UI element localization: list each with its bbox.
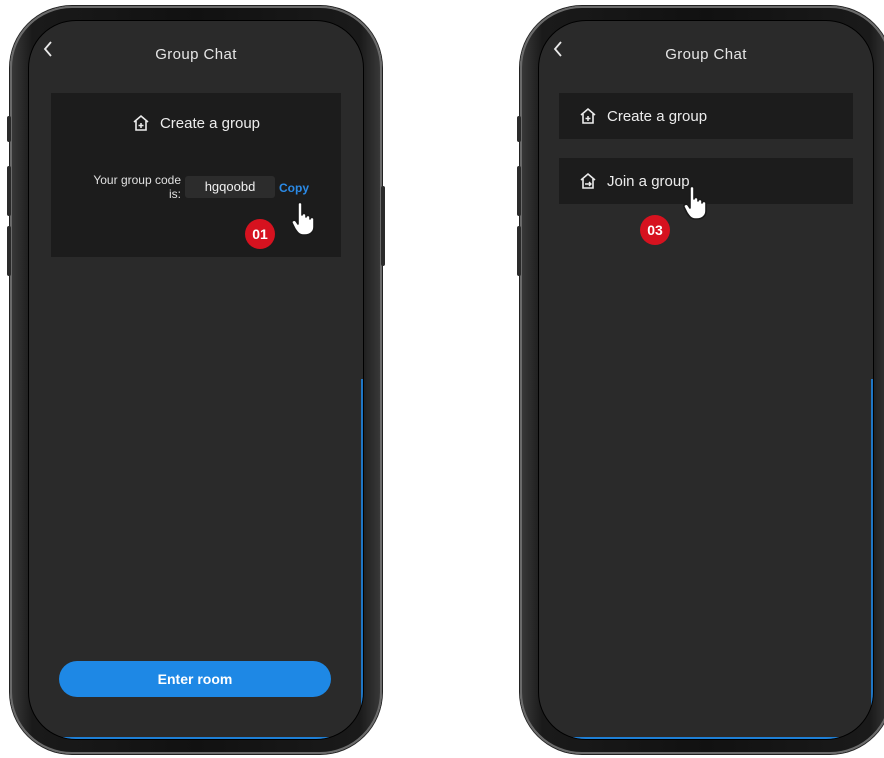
step-badge: 03 bbox=[640, 215, 670, 245]
power-button bbox=[381, 186, 385, 266]
mute-switch bbox=[7, 116, 11, 142]
house-arrow-icon bbox=[579, 172, 597, 190]
group-code-label: Your group code is: bbox=[71, 173, 181, 201]
house-plus-icon bbox=[132, 114, 150, 132]
enter-room-button[interactable]: Enter room bbox=[59, 661, 331, 697]
mute-switch bbox=[517, 116, 521, 142]
page-title: Group Chat bbox=[665, 46, 747, 63]
app-header: Group Chat bbox=[539, 21, 873, 81]
volume-up-button bbox=[7, 166, 11, 216]
group-code-label-line2: is: bbox=[169, 187, 181, 201]
screen-edge-highlight bbox=[867, 379, 873, 739]
volume-up-button bbox=[517, 166, 521, 216]
join-group-row: Join a group bbox=[579, 169, 690, 193]
join-group-label: Join a group bbox=[607, 172, 690, 190]
volume-down-button bbox=[7, 226, 11, 276]
pointer-hand-icon bbox=[289, 201, 319, 237]
volume-down-button bbox=[517, 226, 521, 276]
step-badge: 01 bbox=[245, 219, 275, 249]
screen-edge-highlight-bottom bbox=[49, 737, 357, 739]
create-group-card: Create a group Your group code is: hgqoo… bbox=[51, 93, 341, 257]
app-screen-right: Group Chat Create a group Join a group 0… bbox=[538, 20, 874, 740]
screen-edge-highlight-bottom bbox=[559, 737, 867, 739]
create-group-label: Create a group bbox=[159, 114, 261, 132]
page-title: Group Chat bbox=[155, 46, 237, 63]
app-header: Group Chat bbox=[29, 21, 363, 81]
app-screen-left: Group Chat Create a group Your group cod… bbox=[28, 20, 364, 740]
screen-edge-highlight bbox=[357, 379, 363, 739]
pointer-hand-icon bbox=[681, 185, 711, 221]
copy-code-button[interactable]: Copy bbox=[279, 181, 309, 195]
group-code-value: hgqoobd bbox=[185, 176, 275, 198]
create-group-label: Create a group bbox=[607, 107, 708, 125]
group-code-label-line1: Your group code bbox=[93, 173, 181, 187]
phone-frame-right: Group Chat Create a group Join a group 0… bbox=[517, 6, 884, 754]
create-group-heading[interactable]: Create a group bbox=[51, 111, 341, 135]
phone-frame-left: Group Chat Create a group Your group cod… bbox=[7, 6, 385, 754]
house-plus-icon bbox=[579, 107, 597, 125]
create-group-item[interactable]: Create a group bbox=[559, 93, 853, 139]
create-group-row: Create a group bbox=[579, 104, 707, 128]
